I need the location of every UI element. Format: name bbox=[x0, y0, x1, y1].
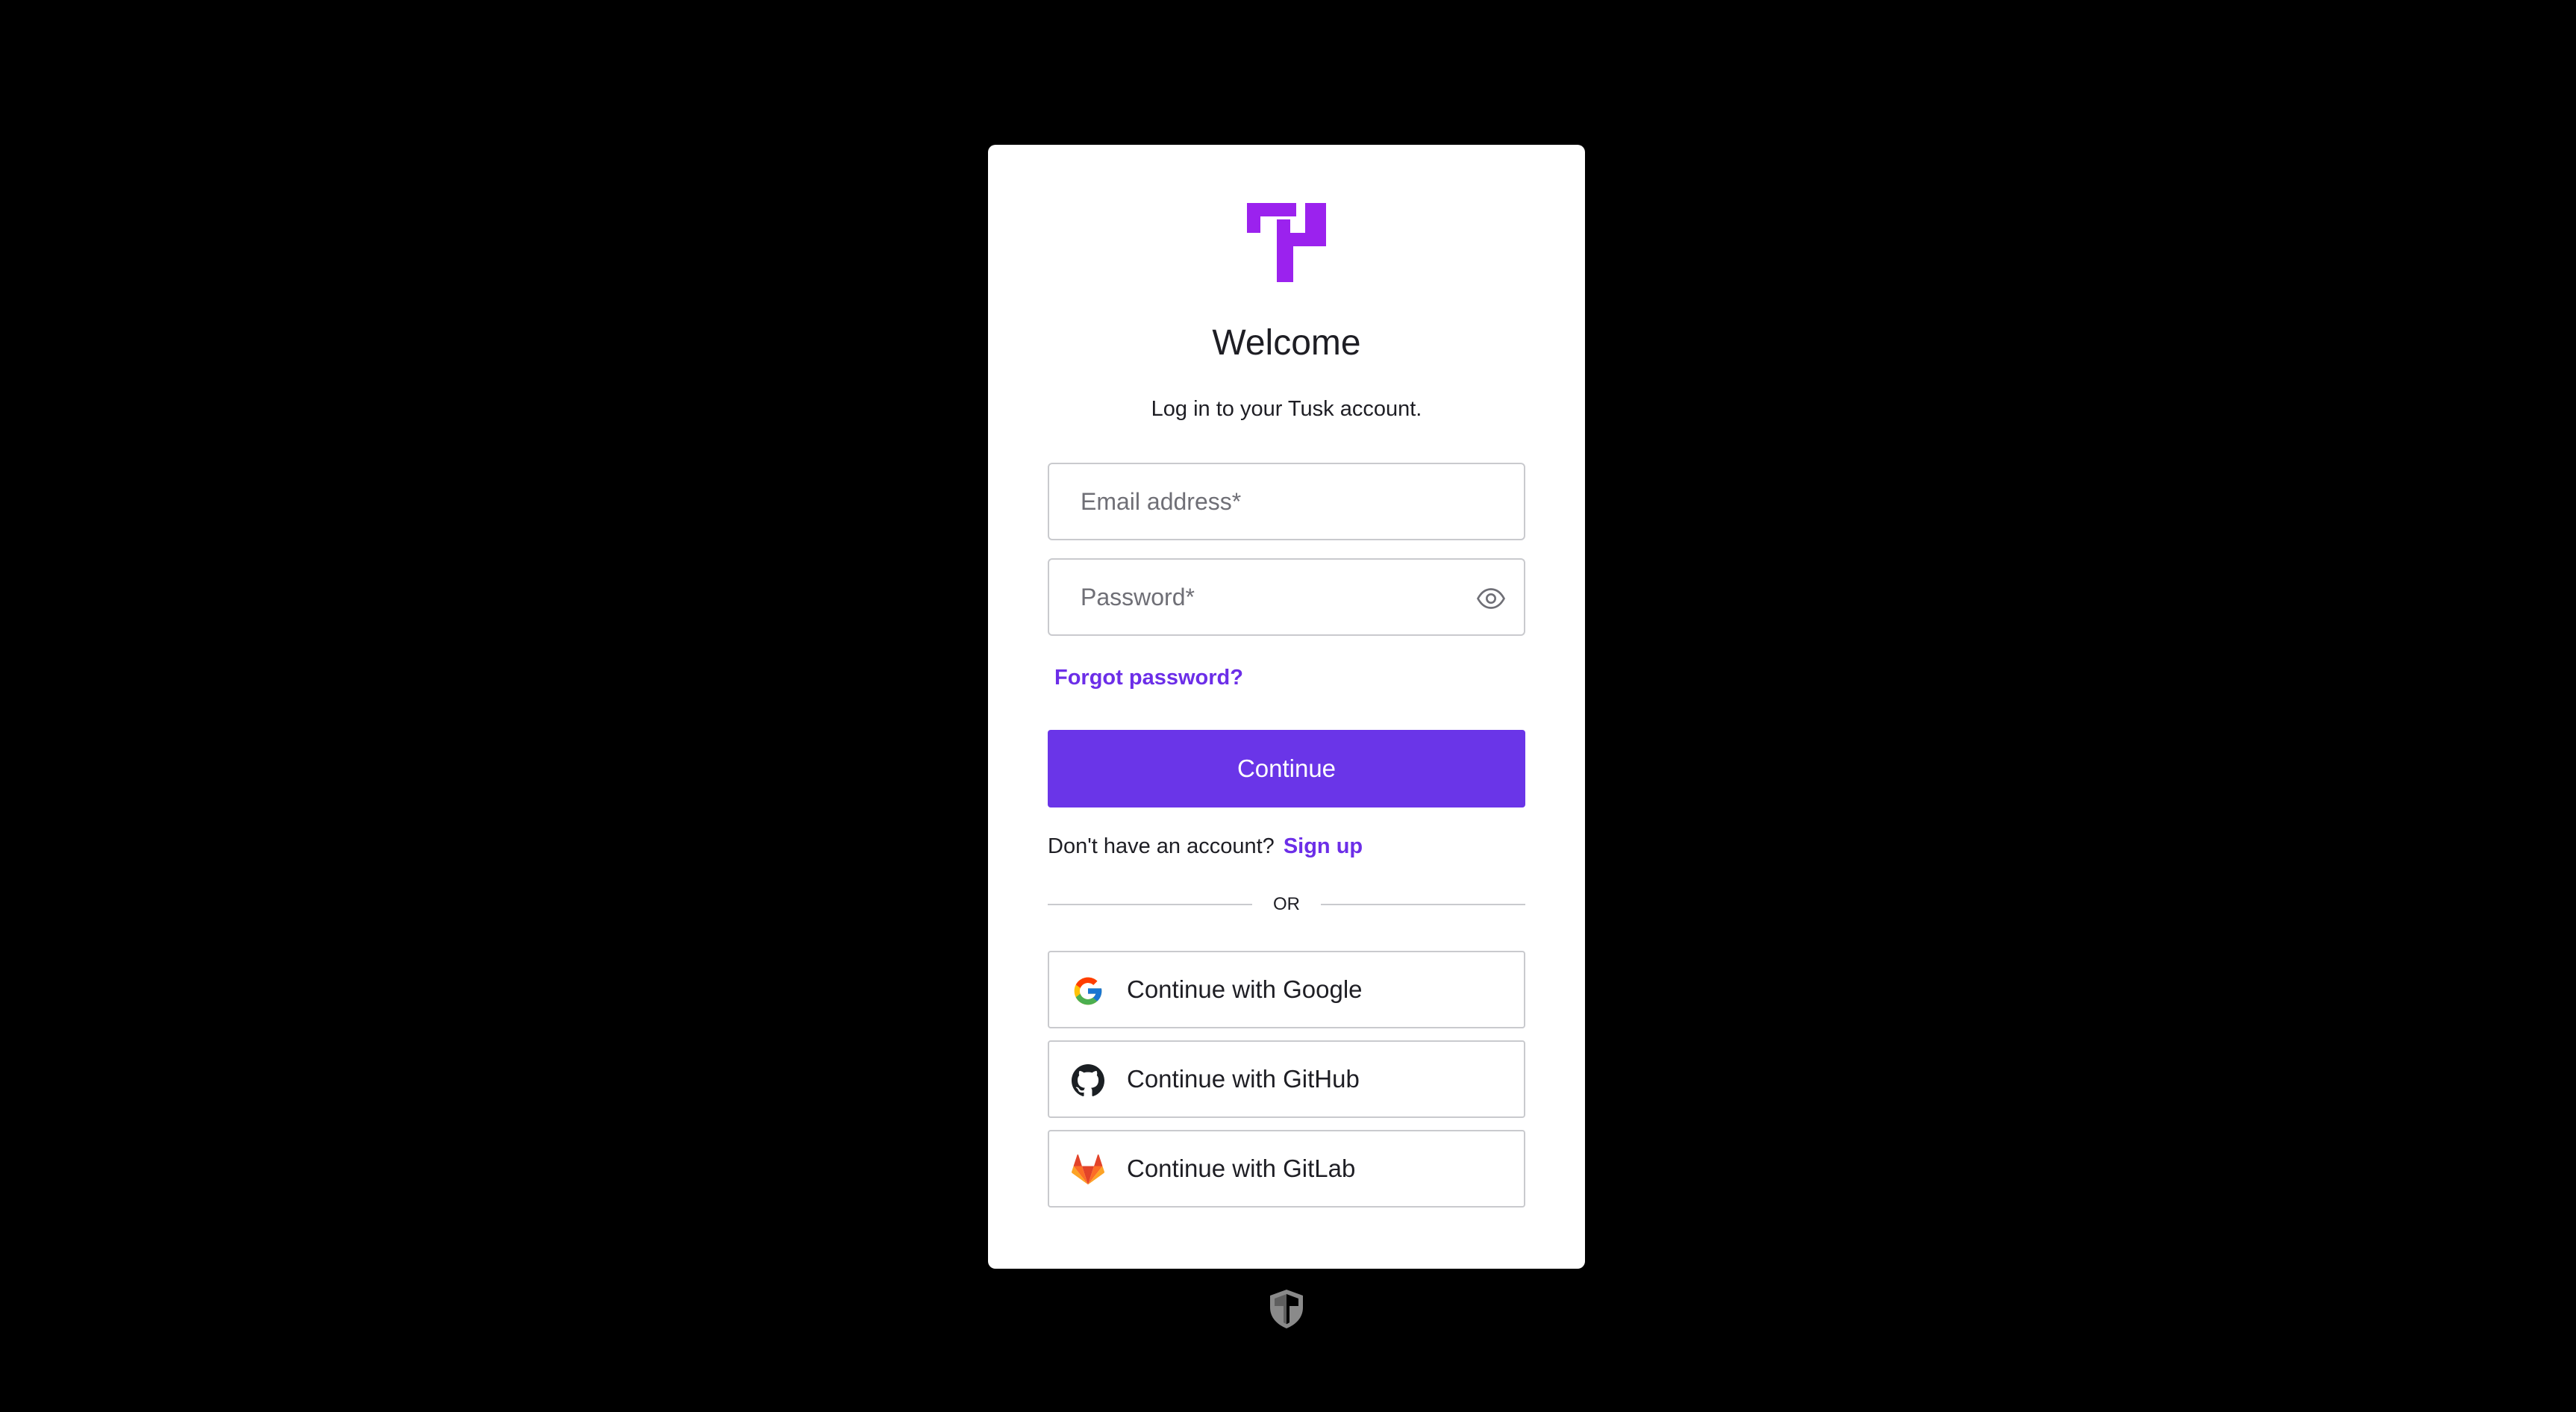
shield-icon bbox=[1270, 1290, 1303, 1328]
or-divider: OR bbox=[1048, 894, 1525, 914]
continue-with-google-button[interactable]: Continue with Google bbox=[1048, 951, 1525, 1028]
email-field-container bbox=[1048, 463, 1525, 540]
continue-with-gitlab-button[interactable]: Continue with GitLab bbox=[1048, 1130, 1525, 1208]
google-button-label: Continue with Google bbox=[1127, 975, 1363, 1003]
show-password-button[interactable] bbox=[1475, 582, 1507, 615]
github-button-label: Continue with GitHub bbox=[1127, 1065, 1360, 1093]
continue-with-github-button[interactable]: Continue with GitHub bbox=[1048, 1040, 1525, 1118]
password-field-container bbox=[1048, 558, 1525, 636]
github-icon bbox=[1072, 1064, 1104, 1096]
divider-line-right bbox=[1321, 904, 1525, 905]
eye-icon bbox=[1476, 588, 1506, 609]
continue-button[interactable]: Continue bbox=[1048, 730, 1525, 807]
gitlab-icon bbox=[1072, 1154, 1104, 1185]
password-input[interactable] bbox=[1049, 560, 1524, 634]
signup-link[interactable]: Sign up bbox=[1284, 834, 1363, 858]
page-subtitle: Log in to your Tusk account. bbox=[1151, 397, 1422, 421]
gitlab-button-label: Continue with GitLab bbox=[1127, 1155, 1356, 1182]
login-card: Welcome Log in to your Tusk account. For… bbox=[988, 145, 1585, 1269]
signup-row: Don't have an account? Sign up bbox=[1048, 834, 1363, 859]
google-icon bbox=[1074, 977, 1102, 1005]
page-title: Welcome bbox=[1212, 323, 1361, 363]
signup-prompt: Don't have an account? bbox=[1048, 834, 1275, 858]
forgot-password-link[interactable]: Forgot password? bbox=[1054, 666, 1243, 690]
tusk-logo-icon bbox=[1247, 203, 1326, 282]
email-input[interactable] bbox=[1049, 464, 1524, 539]
